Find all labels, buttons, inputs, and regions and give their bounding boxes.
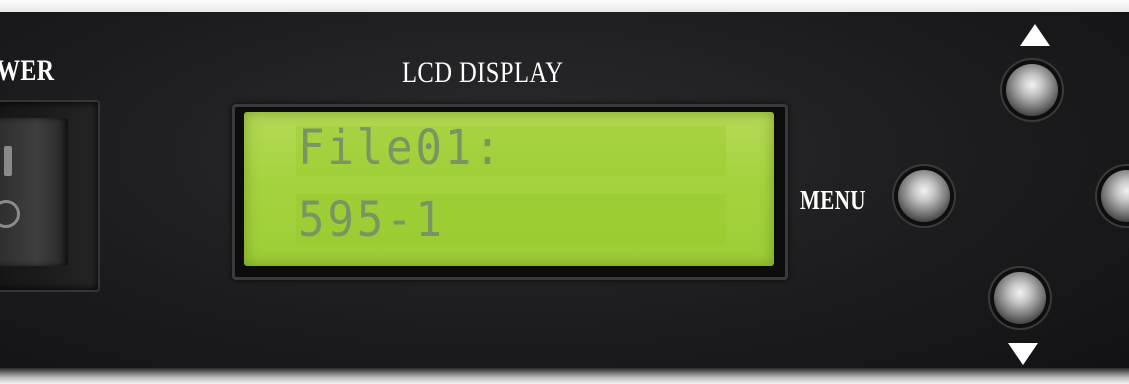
menu-button[interactable] [898, 170, 950, 222]
up-button[interactable] [1006, 64, 1058, 116]
lcd-display-label: LCD DISPLAY [402, 56, 564, 89]
down-button[interactable] [994, 272, 1046, 324]
device-front-panel: WER LCD DISPLAY File01: 595-1 MENU [0, 0, 1129, 384]
menu-label: MENU [800, 185, 866, 215]
panel-top-edge [0, 0, 1129, 12]
power-label: WER [0, 54, 55, 87]
triangle-up-icon [1020, 24, 1050, 46]
lcd-line-2: 595-1 [298, 192, 445, 248]
lcd-line-1: File01: [298, 120, 504, 176]
power-switch[interactable] [0, 118, 68, 266]
right-button[interactable] [1101, 170, 1129, 222]
power-on-mark-icon [4, 146, 12, 176]
panel-bottom-edge [0, 368, 1129, 384]
triangle-down-icon [1008, 343, 1038, 365]
